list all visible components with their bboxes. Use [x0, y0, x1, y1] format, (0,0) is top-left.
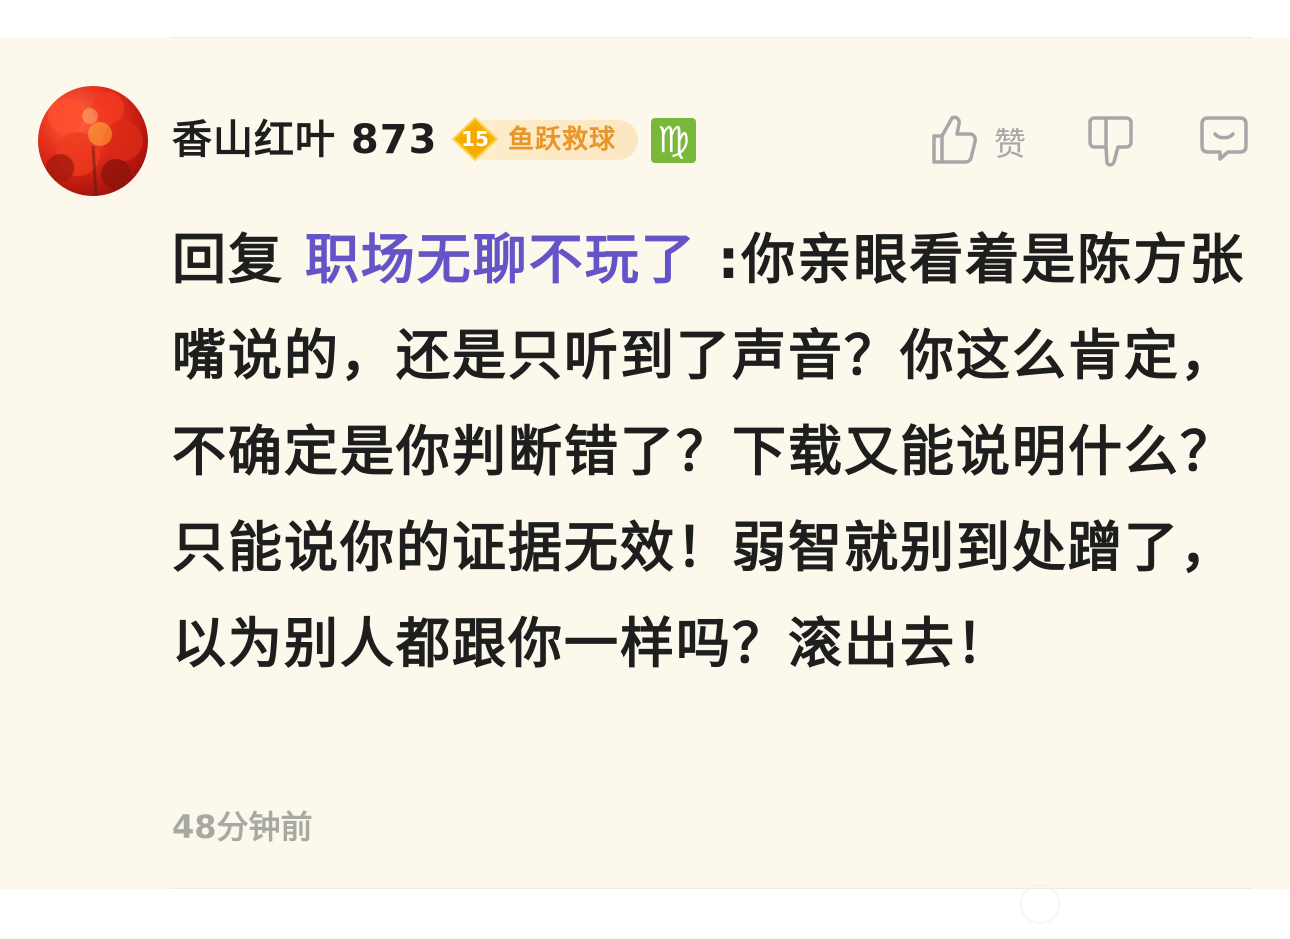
comment-author-username[interactable]: 香山红叶 873 — [172, 114, 437, 166]
comment-body: 回复 职场无聊不玩了 :你亲眼看着是陈方张嘴说的，还是只听到了声音？你这么肯定，… — [172, 212, 1262, 692]
medal-name: 鱼跃救球 — [508, 125, 617, 155]
like-label[interactable]: 赞 — [994, 118, 1026, 170]
virgo-zodiac-icon: ♍ — [651, 118, 696, 163]
level-number: 15 — [461, 127, 489, 151]
avatar-red-leaves-image — [46, 92, 143, 196]
comment-text: :你亲眼看着是陈方张嘴说的，还是只听到了声音？你这么肯定，不确定是你判断错了？下… — [172, 228, 1246, 675]
reply-prefix: 回复 — [172, 228, 305, 291]
watermark-icon — [1020, 884, 1060, 924]
dislike-button[interactable] — [1084, 112, 1138, 170]
comment-timestamp: 48分钟前 — [172, 808, 313, 846]
top-strip — [0, 0, 1290, 38]
avatar[interactable] — [38, 86, 148, 196]
like-button[interactable] — [928, 112, 978, 168]
reply-target-username[interactable]: 职场无聊不玩了 — [305, 228, 697, 291]
reply-button[interactable] — [1198, 112, 1250, 164]
reply-bubble-icon — [1200, 116, 1248, 161]
next-section-partial-heading — [510, 924, 770, 939]
thumbs-down-icon — [1088, 116, 1133, 167]
thumbs-up-icon — [932, 115, 977, 164]
